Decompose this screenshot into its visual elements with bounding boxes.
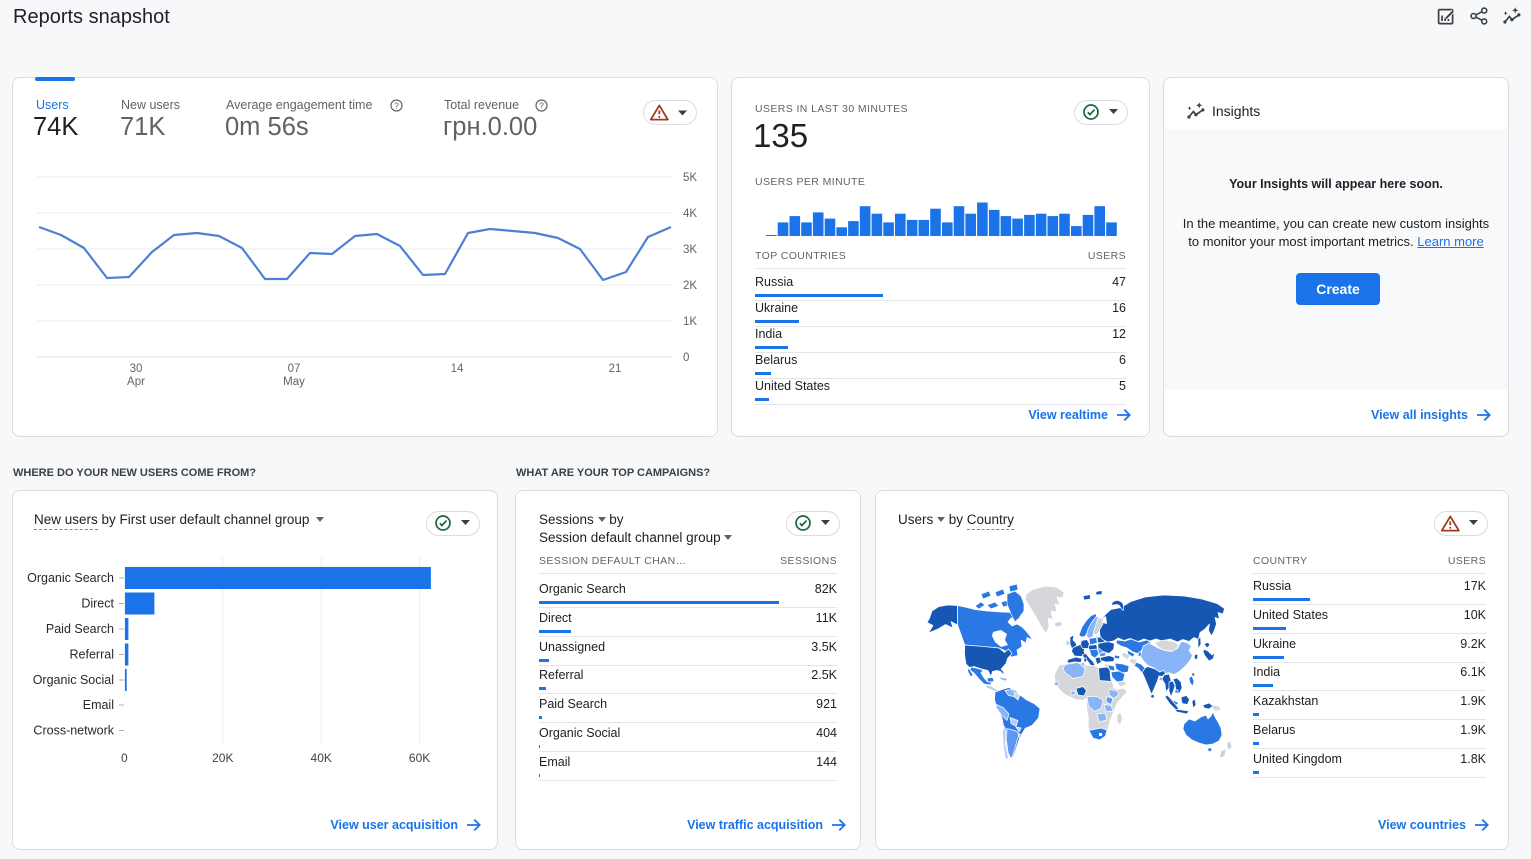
- svg-text:Email: Email: [83, 698, 114, 712]
- svg-text:40K: 40K: [311, 751, 332, 765]
- svg-text:2K: 2K: [683, 280, 697, 292]
- svg-text:0: 0: [683, 352, 689, 364]
- svg-text:14: 14: [451, 363, 464, 375]
- svg-text:Paid Search: Paid Search: [46, 622, 114, 636]
- svg-text:60K: 60K: [409, 751, 430, 765]
- svg-text:4K: 4K: [683, 208, 697, 220]
- svg-text:3K: 3K: [683, 244, 697, 256]
- svg-text:20K: 20K: [212, 751, 233, 765]
- svg-text:30: 30: [130, 363, 143, 375]
- svg-text:Direct: Direct: [81, 597, 114, 611]
- svg-text:21: 21: [609, 363, 622, 375]
- svg-text:1K: 1K: [683, 316, 697, 328]
- svg-text:Referral: Referral: [70, 648, 114, 662]
- svg-text:07: 07: [288, 363, 301, 375]
- svg-text:Apr: Apr: [127, 376, 145, 388]
- svg-text:Cross-network: Cross-network: [33, 724, 114, 738]
- svg-text:Organic Social: Organic Social: [33, 673, 114, 687]
- svg-text:0: 0: [121, 751, 128, 765]
- svg-text:Organic Search: Organic Search: [27, 571, 114, 585]
- svg-text:May: May: [283, 376, 305, 388]
- svg-text:5K: 5K: [683, 172, 697, 184]
